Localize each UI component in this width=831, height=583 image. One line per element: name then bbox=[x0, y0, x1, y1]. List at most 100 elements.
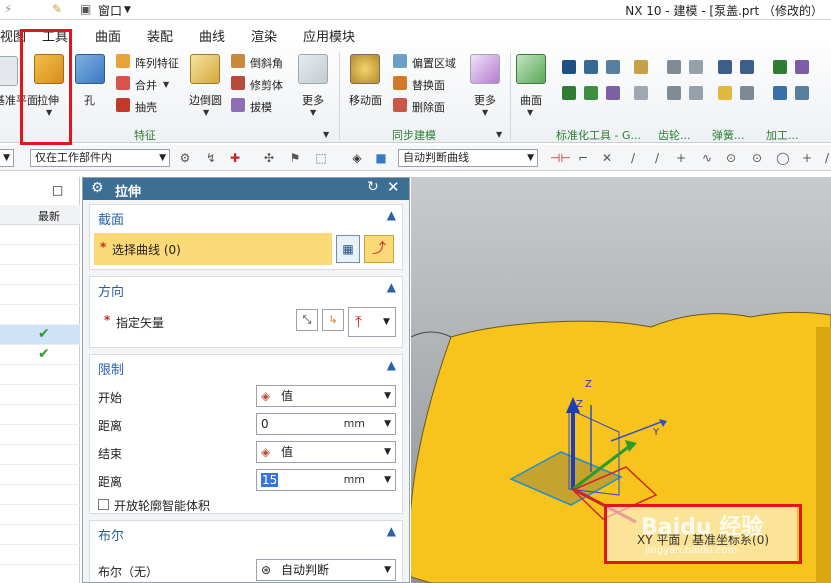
std-tool-8-icon[interactable] bbox=[634, 86, 648, 100]
pattern-feature-icon[interactable] bbox=[116, 54, 130, 68]
surface-button[interactable]: 曲面 bbox=[520, 92, 542, 108]
std-tool-1-icon[interactable] bbox=[562, 60, 576, 74]
machining-tool-4-icon[interactable] bbox=[795, 86, 809, 100]
tree-row[interactable] bbox=[0, 485, 80, 505]
more-sync-dropdown-icon[interactable]: ▼ bbox=[482, 108, 488, 117]
tree-row[interactable] bbox=[0, 425, 80, 445]
edge-blend-icon[interactable] bbox=[190, 54, 220, 84]
gear-tool-4-icon[interactable] bbox=[689, 86, 703, 100]
tree-row[interactable] bbox=[0, 365, 80, 385]
more-sync-button[interactable]: 更多 bbox=[474, 92, 496, 108]
machining-tool-2-icon[interactable] bbox=[795, 60, 809, 74]
datum-plane-icon[interactable] bbox=[0, 56, 18, 86]
spring-tool-3-icon[interactable] bbox=[718, 86, 732, 100]
move-face-icon[interactable] bbox=[350, 54, 380, 84]
filter-icon[interactable]: ✣ bbox=[262, 151, 276, 165]
bounded-grid-icon[interactable]: / bbox=[820, 151, 831, 165]
replace-face-icon[interactable] bbox=[393, 76, 407, 90]
endpoint-icon[interactable]: / bbox=[626, 151, 640, 165]
more-features-icon[interactable] bbox=[298, 54, 328, 84]
tree-row[interactable]: ✔ bbox=[0, 345, 80, 365]
delete-face-icon[interactable] bbox=[393, 98, 407, 112]
delete-face-button[interactable]: 删除面 bbox=[412, 99, 445, 115]
type-filter-combo[interactable]: ▼ bbox=[0, 149, 14, 167]
select-icon[interactable]: ↯ bbox=[204, 151, 218, 165]
gear-tool-2-icon[interactable] bbox=[689, 60, 703, 74]
quick-access-icon[interactable]: ⚡ bbox=[4, 2, 12, 16]
tree-row[interactable] bbox=[0, 225, 80, 245]
snap-point-icon[interactable]: ✕ bbox=[600, 151, 614, 165]
quadrant-icon[interactable]: ⊙ bbox=[750, 151, 764, 165]
boolean-select[interactable]: ⊛ 自动判断 ▼ bbox=[256, 559, 396, 581]
std-tool-3-icon[interactable] bbox=[606, 60, 620, 74]
tab-application[interactable]: 应用模块 bbox=[303, 26, 355, 45]
more-features-button[interactable]: 更多 bbox=[302, 92, 324, 108]
reset-icon[interactable]: ↻ bbox=[367, 179, 379, 195]
tree-row[interactable] bbox=[0, 285, 80, 305]
draft-button[interactable]: 拔模 bbox=[250, 99, 272, 115]
tree-row[interactable] bbox=[0, 525, 80, 545]
std-tool-7-icon[interactable] bbox=[634, 60, 648, 74]
shell-button[interactable]: 抽壳 bbox=[135, 99, 157, 115]
vector-type-dropdown[interactable]: ⤒ ▼ bbox=[348, 307, 396, 337]
gear-tool-1-icon[interactable] bbox=[667, 60, 681, 74]
curve-select-icon[interactable]: ⤴ bbox=[364, 235, 394, 263]
multi-select-icon[interactable]: ⚑ bbox=[288, 151, 302, 165]
std-tool-5-icon[interactable] bbox=[584, 86, 598, 100]
curve-rule-combo[interactable]: 自动判断曲线 ▼ bbox=[398, 149, 538, 167]
std-tool-4-icon[interactable] bbox=[562, 86, 576, 100]
box-select-icon[interactable]: ⬚ bbox=[314, 151, 328, 165]
surface-dropdown-icon[interactable]: ▼ bbox=[527, 108, 533, 117]
trim-body-button[interactable]: 修剪体 bbox=[250, 77, 283, 93]
unite-icon[interactable] bbox=[116, 76, 130, 90]
offset-region-icon[interactable] bbox=[393, 54, 407, 68]
tab-assembly[interactable]: 装配 bbox=[147, 26, 173, 45]
replace-face-button[interactable]: 替换面 bbox=[412, 77, 445, 93]
snap-icon[interactable]: ⚙ bbox=[178, 151, 192, 165]
tree-row[interactable] bbox=[0, 265, 80, 285]
shell-icon[interactable] bbox=[116, 98, 130, 112]
collapse-icon[interactable]: ▲ bbox=[387, 358, 396, 372]
tree-row[interactable] bbox=[0, 305, 80, 325]
std-tool-2-icon[interactable] bbox=[584, 60, 598, 74]
machining-tool-3-icon[interactable] bbox=[773, 86, 787, 100]
solid-icon[interactable]: ◈ bbox=[350, 151, 364, 165]
tree-row[interactable] bbox=[0, 465, 80, 485]
hole-button[interactable]: 孔 bbox=[84, 92, 95, 108]
tab-curve[interactable]: 曲线 bbox=[199, 26, 225, 45]
surface-icon[interactable] bbox=[516, 54, 546, 84]
unite-dropdown-icon[interactable]: ▼ bbox=[163, 80, 169, 89]
collapse-icon[interactable]: ▲ bbox=[387, 524, 396, 538]
point-icon[interactable]: ✚ bbox=[228, 151, 242, 165]
sketch-section-icon[interactable]: ▦ bbox=[336, 235, 360, 263]
machining-tool-1-icon[interactable] bbox=[773, 60, 787, 74]
control-point-icon[interactable]: + bbox=[674, 151, 688, 165]
chevron-down-icon[interactable]: ▼ bbox=[384, 470, 391, 490]
close-icon[interactable]: ✕ bbox=[387, 178, 400, 196]
tree-row[interactable] bbox=[0, 505, 80, 525]
window-menu-dropdown-icon[interactable]: ▼ bbox=[124, 5, 131, 15]
tab-surface[interactable]: 曲面 bbox=[95, 26, 121, 45]
spring-tool-4-icon[interactable] bbox=[740, 86, 754, 100]
gear-tool-3-icon[interactable] bbox=[667, 86, 681, 100]
maximize-icon[interactable]: □ bbox=[52, 183, 63, 197]
tree-row[interactable] bbox=[0, 405, 80, 425]
spring-tool-1-icon[interactable] bbox=[718, 60, 732, 74]
chamfer-icon[interactable] bbox=[231, 54, 245, 68]
tree-row[interactable] bbox=[0, 245, 80, 265]
edit-icon[interactable]: ✎ bbox=[52, 2, 62, 16]
vector-dialog-icon[interactable]: ↳ bbox=[322, 309, 344, 331]
edge-blend-button[interactable]: 边倒圆 bbox=[189, 92, 222, 108]
existing-point-icon[interactable]: + bbox=[800, 151, 814, 165]
collapse-icon[interactable]: ▲ bbox=[387, 208, 396, 222]
more-features-dropdown-icon[interactable]: ▼ bbox=[310, 108, 316, 117]
graphics-viewport[interactable]: Z Z Y XY 平面 / 基准坐标系(0) Baidu 经验 jingyan.… bbox=[411, 177, 831, 583]
feature-group-dropdown-icon[interactable]: ▼ bbox=[323, 130, 329, 139]
arc-center-icon[interactable]: ⊙ bbox=[724, 151, 738, 165]
sync-group-dropdown-icon[interactable]: ▼ bbox=[496, 130, 502, 139]
edge-blend-dropdown-icon[interactable]: ▼ bbox=[203, 108, 209, 117]
spring-tool-2-icon[interactable] bbox=[740, 60, 754, 74]
end-distance-input[interactable]: 15 mm ▼ bbox=[256, 469, 396, 491]
pattern-feature-button[interactable]: 阵列特征 bbox=[135, 55, 179, 71]
hole-icon[interactable] bbox=[75, 54, 105, 84]
